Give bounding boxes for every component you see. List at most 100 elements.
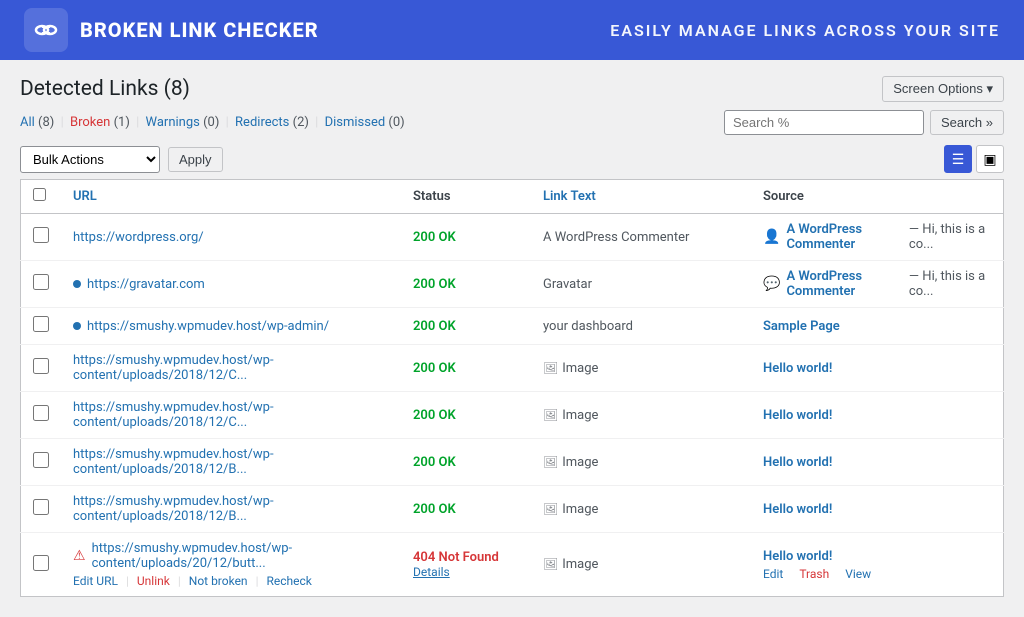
row-check-cell — [21, 439, 62, 486]
source-link[interactable]: Hello world! — [763, 502, 832, 517]
row-linktext-cell: 🖼 Image — [531, 345, 751, 392]
row-linktext-cell: 🖼Image — [531, 392, 751, 439]
source-excerpt: — Hi, this is a co... — [909, 222, 991, 252]
table-row: https://smushy.wpmudev.host/wp-content/u… — [21, 439, 1004, 486]
list-view-button[interactable]: ☰ — [944, 145, 972, 173]
filter-warnings[interactable]: Warnings — [146, 115, 200, 130]
row-status-cell: 200 OK — [401, 345, 531, 392]
filter-broken[interactable]: Broken — [70, 115, 110, 130]
row-checkbox[interactable] — [33, 316, 49, 332]
search-input[interactable] — [724, 110, 924, 135]
source-excerpt: — Hi, this is a co... — [909, 269, 991, 299]
grid-view-icon: ▣ — [983, 151, 996, 168]
row-linktext-cell: Gravatar — [531, 261, 751, 308]
row-checkbox[interactable] — [33, 499, 49, 515]
row-checkbox[interactable] — [33, 227, 49, 243]
url-link[interactable]: https://smushy.wpmudev.host/wp-content/u… — [73, 494, 389, 524]
row-checkbox[interactable] — [33, 274, 49, 290]
source-link[interactable]: A WordPress Commenter — [786, 269, 902, 299]
image-icon: 🖼 — [543, 361, 558, 375]
row-source-cell: Hello world! — [751, 345, 1004, 392]
screen-options-button[interactable]: Screen Options ▾ — [882, 76, 1004, 102]
view-icons: ☰ ▣ — [944, 145, 1004, 173]
col-source-header: Source — [751, 180, 1004, 214]
url-link[interactable]: https://smushy.wpmudev.host/wp-content/u… — [73, 447, 389, 477]
filter-all[interactable]: All — [20, 115, 35, 130]
row-checkbox[interactable] — [33, 452, 49, 468]
search-button[interactable]: Search » — [930, 110, 1004, 135]
status-badge: 200 OK — [413, 455, 456, 470]
apply-button[interactable]: Apply — [168, 147, 223, 172]
link-text-value: Image — [562, 408, 598, 423]
source-action-view[interactable]: View — [845, 567, 871, 581]
row-check-cell — [21, 214, 62, 261]
bulk-left: Bulk Actions Apply — [20, 146, 223, 173]
url-link[interactable]: https://smushy.wpmudev.host/wp-content/u… — [92, 541, 389, 571]
row-status-cell: 200 OK — [401, 261, 531, 308]
row-url-cell: https://smushy.wpmudev.host/wp-content/u… — [61, 439, 401, 486]
url-link[interactable]: https://wordpress.org/ — [73, 230, 204, 245]
status-badge: 200 OK — [413, 408, 456, 423]
link-text-value: Image — [562, 361, 598, 376]
col-status-header: Status — [401, 180, 531, 214]
source-action-trash[interactable]: Trash — [799, 567, 829, 581]
source-link[interactable]: Hello world! — [763, 408, 832, 423]
row-source-cell: Hello world! Edit Trash View — [751, 533, 1004, 597]
status-badge: 200 OK — [413, 230, 456, 245]
row-url-cell: ⚠https://smushy.wpmudev.host/wp-content/… — [61, 533, 401, 597]
row-check-cell — [21, 308, 62, 345]
filter-dismissed-count: (0) — [388, 115, 404, 130]
content-area: Detected Links (8) Screen Options ▾ All … — [0, 60, 1024, 617]
app-title: BROKEN LINK CHECKER — [80, 18, 319, 42]
col-url-sort[interactable]: URL — [73, 189, 97, 204]
source-action-edit[interactable]: Edit — [763, 567, 783, 581]
source-link[interactable]: Hello world! — [763, 455, 832, 470]
link-text-value: Image — [562, 557, 598, 572]
col-linktext-sort[interactable]: Link Text — [543, 189, 596, 204]
table-row: https://smushy.wpmudev.host/wp-content/u… — [21, 345, 1004, 392]
status-details-link[interactable]: Details — [413, 565, 450, 579]
table-row: https://wordpress.org/200 OK A WordPress … — [21, 214, 1004, 261]
image-icon: 🖼 — [543, 557, 558, 571]
filter-redirects[interactable]: Redirects — [235, 115, 289, 130]
link-text-value: Image — [562, 502, 598, 517]
table-row: https://smushy.wpmudev.host/wp-admin/200… — [21, 308, 1004, 345]
row-linktext-cell: 🖼 Image — [531, 533, 751, 597]
list-view-icon: ☰ — [952, 151, 965, 168]
filter-links: All (8) | Broken (1) | Warnings (0) | Re… — [20, 115, 405, 130]
row-action-edit-url[interactable]: Edit URL — [73, 574, 118, 588]
filter-broken-count: (1) — [114, 115, 130, 130]
row-status-cell: 200 OK — [401, 308, 531, 345]
row-action-not-broken[interactable]: Not broken — [189, 574, 248, 588]
grid-view-button[interactable]: ▣ — [976, 145, 1004, 173]
url-link[interactable]: https://smushy.wpmudev.host/wp-content/u… — [73, 353, 389, 383]
row-status-cell: 200 OK — [401, 392, 531, 439]
row-source-cell: Sample Page — [751, 308, 1004, 345]
url-link[interactable]: https://gravatar.com — [87, 277, 205, 292]
url-link[interactable]: https://smushy.wpmudev.host/wp-content/u… — [73, 400, 389, 430]
row-status-cell: 200 OK — [401, 486, 531, 533]
row-action-unlink[interactable]: Unlink — [137, 574, 170, 588]
row-checkbox[interactable] — [33, 358, 49, 374]
table-row: https://smushy.wpmudev.host/wp-content/u… — [21, 486, 1004, 533]
filter-bar: All (8) | Broken (1) | Warnings (0) | Re… — [20, 110, 1004, 135]
url-link[interactable]: https://smushy.wpmudev.host/wp-admin/ — [87, 319, 329, 334]
select-all-checkbox[interactable] — [33, 188, 46, 201]
row-checkbox[interactable] — [33, 405, 49, 421]
filter-dismissed[interactable]: Dismissed — [325, 115, 386, 130]
col-url-header: URL — [61, 180, 401, 214]
status-badge: 404 Not Found — [413, 550, 499, 565]
source-link[interactable]: Hello world! — [763, 361, 832, 376]
source-actions: Edit Trash View — [763, 567, 991, 581]
source-link[interactable]: Hello world! — [763, 549, 832, 564]
source-link[interactable]: A WordPress Commenter — [786, 222, 902, 252]
source-link[interactable]: Sample Page — [763, 319, 840, 334]
table-row: ⚠https://smushy.wpmudev.host/wp-content/… — [21, 533, 1004, 597]
url-indicator-dot — [73, 280, 81, 288]
row-action-recheck[interactable]: Recheck — [267, 574, 312, 588]
row-status-cell: 200 OK — [401, 214, 531, 261]
row-checkbox[interactable] — [33, 555, 49, 571]
logo-icon — [24, 8, 68, 52]
bulk-actions-select[interactable]: Bulk Actions — [20, 146, 160, 173]
user-icon: 👤 — [763, 229, 780, 245]
